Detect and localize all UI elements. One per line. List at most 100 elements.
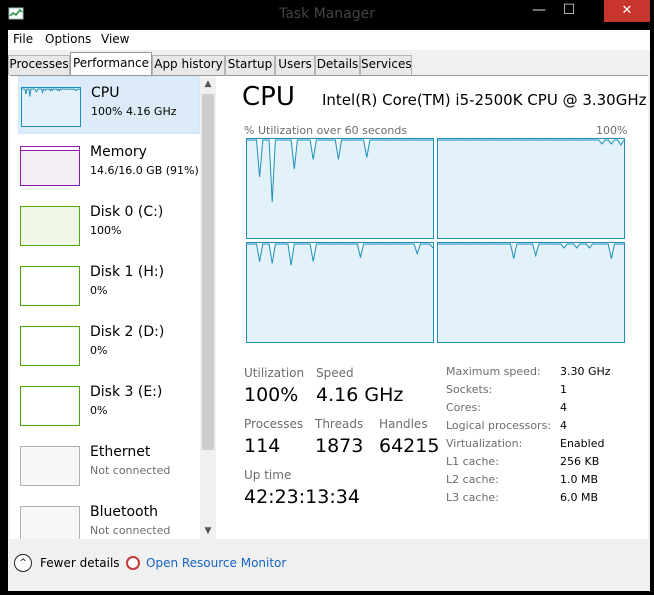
sidebar-item-label: CPU	[91, 85, 120, 101]
sidebar-item-disk-3[interactable]: Disk 3 (E:) 0%	[18, 376, 200, 434]
spec-label: Sockets:	[446, 383, 493, 396]
core-graph-3	[246, 242, 434, 343]
close-button[interactable]: ✕	[604, 0, 650, 22]
disk-1-thumbnail-graph	[20, 266, 80, 306]
utilization-value: 100%	[244, 384, 299, 406]
spec-value: 1	[560, 383, 567, 396]
spec-value: 1.0 MB	[560, 473, 599, 486]
menu-file[interactable]: File	[13, 32, 33, 46]
handles-label: Handles	[379, 417, 428, 431]
spec-value: 4	[560, 419, 567, 432]
handles-value: 64215	[379, 435, 440, 457]
core-graph-2	[437, 138, 625, 239]
uptime-label: Up time	[244, 468, 292, 482]
threads-value: 1873	[315, 435, 364, 457]
spec-label: L2 cache:	[446, 473, 499, 486]
spec-value: 256 KB	[560, 455, 600, 468]
tab-performance[interactable]: Performance	[70, 52, 152, 75]
spec-value: Enabled	[560, 437, 605, 450]
task-manager-window: File Options View Processes Performance …	[8, 30, 650, 591]
sidebar-item-detail: 0%	[90, 284, 108, 297]
sidebar-item-bluetooth[interactable]: Bluetooth Not connected	[18, 496, 200, 539]
sidebar-item-detail: 0%	[90, 404, 108, 417]
ethernet-thumbnail-graph	[20, 446, 80, 486]
tab-processes[interactable]: Processes	[8, 55, 70, 75]
spec-label: Virtualization:	[446, 437, 523, 450]
core-graph-3-plot	[247, 243, 433, 342]
utilization-area	[438, 140, 624, 238]
spec-label: Cores:	[446, 401, 481, 414]
tab-app-history[interactable]: App history	[152, 55, 225, 75]
sidebar-item-cpu[interactable]: CPU 100% 4.16 GHz	[18, 76, 200, 134]
core-graph-4-plot	[438, 243, 624, 342]
threads-label: Threads	[315, 417, 364, 431]
sidebar-item-label: Disk 1 (H:)	[90, 264, 165, 280]
maximize-button[interactable]: ☐	[556, 0, 582, 22]
core-graph-1	[246, 138, 434, 239]
uptime-value: 42:23:13:34	[244, 486, 360, 508]
spec-label: L3 cache:	[446, 491, 499, 504]
sidebar-item-label: Disk 2 (D:)	[90, 324, 165, 340]
speed-value: 4.16 GHz	[316, 384, 404, 406]
memory-fill	[21, 150, 79, 185]
spec-value: 3.30 GHz	[560, 365, 611, 378]
footer-bar: ^ Fewer details Open Resource Monitor	[8, 542, 650, 591]
tab-startup[interactable]: Startup	[225, 55, 275, 75]
sidebar-item-disk-0[interactable]: Disk 0 (C:) 100%	[18, 196, 200, 254]
sidebar-item-disk-2[interactable]: Disk 2 (D:) 0%	[18, 316, 200, 374]
scroll-thumb[interactable]	[202, 94, 214, 450]
utilization-area	[247, 244, 433, 342]
core-graph-2-plot	[438, 139, 624, 238]
scroll-down-icon[interactable]: ▼	[200, 523, 216, 539]
sidebar-item-memory[interactable]: Memory 14.6/16.0 GB (91%)	[18, 136, 200, 194]
sidebar-item-label: Bluetooth	[90, 504, 158, 520]
tab-details[interactable]: Details	[315, 55, 360, 75]
disk-2-thumbnail-graph	[20, 326, 80, 366]
sidebar-item-ethernet[interactable]: Ethernet Not connected	[18, 436, 200, 494]
graph-max-label: 100%	[596, 124, 628, 137]
cpu-detail-pane: CPU Intel(R) Core(TM) i5-2500K CPU @ 3.3…	[216, 76, 648, 539]
resource-monitor-icon	[126, 556, 140, 570]
tab-users[interactable]: Users	[275, 55, 315, 75]
tab-bar: Processes Performance App history Startu…	[8, 50, 650, 75]
spec-value: 6.0 MB	[560, 491, 599, 504]
core-graph-1-plot	[247, 139, 433, 238]
performance-panel: CPU 100% 4.16 GHz Memory 14.6/16.0 GB (9…	[10, 75, 648, 539]
scroll-up-icon[interactable]: ▲	[200, 76, 216, 92]
spec-label: L1 cache:	[446, 455, 499, 468]
disk-3-thumbnail-graph	[20, 386, 80, 426]
sidebar-item-label: Ethernet	[90, 444, 151, 460]
utilization-area	[22, 89, 80, 126]
menu-options[interactable]: Options	[45, 32, 91, 46]
graph-axis-label: % Utilization over 60 seconds	[244, 124, 408, 137]
sidebar-item-disk-1[interactable]: Disk 1 (H:) 0%	[18, 256, 200, 314]
spec-label: Logical processors:	[446, 419, 552, 432]
sidebar-item-detail: 14.6/16.0 GB (91%)	[90, 164, 199, 177]
menu-view[interactable]: View	[101, 32, 129, 46]
sidebar-item-detail: 100%	[90, 224, 122, 237]
resource-list: CPU 100% 4.16 GHz Memory 14.6/16.0 GB (9…	[10, 76, 216, 539]
minimize-button[interactable]: —	[526, 0, 552, 22]
tab-services[interactable]: Services	[360, 55, 412, 75]
menu-bar: File Options View	[8, 30, 650, 50]
sidebar-scrollbar[interactable]: ▲ ▼	[200, 76, 216, 539]
sidebar-item-label: Disk 0 (C:)	[90, 204, 164, 220]
processes-value: 114	[244, 435, 281, 457]
open-resource-monitor-link[interactable]: Open Resource Monitor	[146, 556, 286, 570]
sidebar-item-label: Disk 3 (E:)	[90, 384, 163, 400]
cpu-thumbnail-graph	[21, 87, 81, 127]
sidebar-item-label: Memory	[90, 144, 147, 160]
processes-label: Processes	[244, 417, 304, 431]
sidebar-item-detail: Not connected	[90, 524, 171, 537]
utilization-label: Utilization	[244, 366, 305, 380]
memory-thumbnail-graph	[20, 146, 80, 186]
title-bar: Task Manager — ☐ ✕	[0, 0, 654, 30]
speed-label: Speed	[316, 366, 354, 380]
spec-value: 4	[560, 401, 567, 414]
bluetooth-thumbnail-graph	[20, 506, 80, 539]
chevron-up-icon[interactable]: ^	[14, 554, 32, 572]
cpu-model-name: Intel(R) Core(TM) i5-2500K CPU @ 3.30GHz	[322, 91, 647, 109]
sidebar-item-detail: 0%	[90, 344, 108, 357]
fewer-details-button[interactable]: Fewer details	[40, 556, 120, 570]
core-graph-4	[437, 242, 625, 343]
